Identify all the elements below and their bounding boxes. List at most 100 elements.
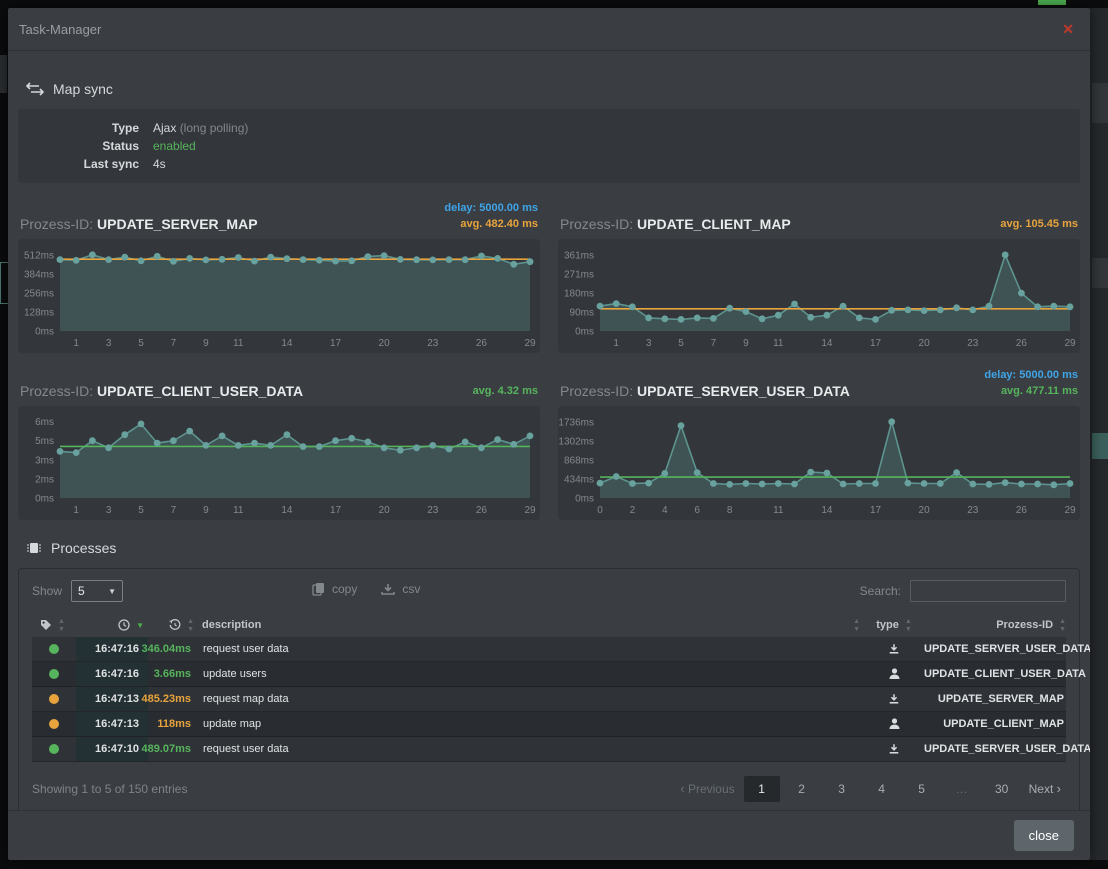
processes-heading: Processes xyxy=(26,540,1072,556)
svg-text:5: 5 xyxy=(138,505,144,516)
svg-text:0ms: 0ms xyxy=(575,494,594,505)
duration-cell: 485.23ms xyxy=(148,687,196,711)
svg-text:9: 9 xyxy=(203,338,209,349)
time-cell: 16:47:10 xyxy=(76,737,148,761)
svg-text:1736ms: 1736ms xyxy=(558,417,594,428)
table-row[interactable]: 16:47:13118msupdate mapUPDATE_CLIENT_MAP xyxy=(32,712,1066,737)
svg-text:29: 29 xyxy=(524,505,536,516)
type-label: Type xyxy=(18,119,139,137)
table-row[interactable]: 16:47:10489.07msrequest user dataUPDATE_… xyxy=(32,737,1066,762)
map-sync-heading-label: Map sync xyxy=(53,81,113,97)
svg-text:26: 26 xyxy=(476,338,488,349)
svg-text:23: 23 xyxy=(427,338,439,349)
svg-text:180ms: 180ms xyxy=(564,289,594,300)
column-prozess-id[interactable]: Prozess-ID ▲▼ xyxy=(924,618,1066,633)
svg-text:26: 26 xyxy=(476,505,488,516)
svg-text:11: 11 xyxy=(233,505,244,516)
chart-title: Prozess-ID: UPDATE_CLIENT_USER_DATA xyxy=(20,383,303,399)
page-length-select[interactable]: 5 ▼ xyxy=(71,580,123,602)
table-row[interactable]: 16:47:16346.04msrequest user dataUPDATE_… xyxy=(32,637,1066,662)
svg-text:256ms: 256ms xyxy=(24,288,54,299)
download-icon xyxy=(381,583,395,596)
chart-canvas: 6ms5ms3ms2ms0ms1357911141720232629 xyxy=(18,406,540,520)
status-cell xyxy=(32,637,76,661)
svg-text:17: 17 xyxy=(330,505,342,516)
tag-icon xyxy=(40,619,52,631)
processes-table: ▲▼ ▼ xyxy=(32,613,1066,762)
chart-update-server-map: Prozess-ID: UPDATE_SERVER_MAP delay: 500… xyxy=(18,198,540,353)
background-page-strip xyxy=(1090,8,1108,860)
svg-text:20: 20 xyxy=(919,338,931,349)
svg-text:29: 29 xyxy=(524,338,536,349)
svg-text:1302ms: 1302ms xyxy=(558,436,594,447)
svg-text:5ms: 5ms xyxy=(35,436,54,447)
column-status[interactable]: ▲▼ xyxy=(32,618,76,633)
svg-text:2: 2 xyxy=(630,505,636,516)
svg-text:271ms: 271ms xyxy=(564,269,594,280)
svg-text:9: 9 xyxy=(203,505,209,516)
svg-text:14: 14 xyxy=(821,338,833,349)
description-cell: update users xyxy=(196,662,864,686)
time-cell: 16:47:13 xyxy=(76,712,148,736)
copy-button[interactable]: copy xyxy=(312,582,357,596)
column-duration[interactable]: ▲▼ xyxy=(148,618,196,633)
modal-footer: close xyxy=(8,810,1090,860)
svg-text:868ms: 868ms xyxy=(564,455,594,466)
chart-update-client-user-data: Prozess-ID: UPDATE_CLIENT_USER_DATA avg.… xyxy=(18,365,540,520)
page-button[interactable]: 2 xyxy=(784,776,820,802)
map-sync-last-sync-row: Last sync 4s xyxy=(18,155,1080,173)
previous-button[interactable]: ‹ Previous xyxy=(675,776,739,802)
duration-cell: 346.04ms xyxy=(148,637,196,661)
chart-update-server-user-data: Prozess-ID: UPDATE_SERVER_USER_DATA dela… xyxy=(558,365,1080,520)
table-body: 16:47:16346.04msrequest user dataUPDATE_… xyxy=(32,637,1066,762)
sort-icon: ▲▼ xyxy=(187,618,194,633)
svg-text:11: 11 xyxy=(773,505,784,516)
svg-text:512ms: 512ms xyxy=(24,250,54,261)
task-manager-modal: Task-Manager ✕ Map sync Type Ajax (long … xyxy=(8,8,1090,860)
avg-value: avg. 477.11 ms xyxy=(1001,385,1078,397)
svg-text:20: 20 xyxy=(919,505,931,516)
prozess-id-cell: UPDATE_SERVER_USER_DATA xyxy=(924,637,1090,661)
status-dot xyxy=(49,744,59,754)
history-icon xyxy=(169,619,181,631)
type-cell xyxy=(864,712,924,736)
close-icon[interactable]: ✕ xyxy=(1062,22,1074,36)
csv-button[interactable]: csv xyxy=(381,582,420,596)
show-label: Show xyxy=(32,584,62,598)
column-time[interactable]: ▼ xyxy=(76,619,148,631)
page-button[interactable]: 3 xyxy=(824,776,860,802)
delay-value: delay: 5000.00 ms xyxy=(444,200,538,216)
table-row[interactable]: 16:47:13485.23msrequest map dataUPDATE_S… xyxy=(32,687,1066,712)
table-info: Showing 1 to 5 of 150 entries xyxy=(32,782,187,796)
page-button[interactable]: 5 xyxy=(904,776,940,802)
svg-text:20: 20 xyxy=(379,338,391,349)
chart-title: Prozess-ID: UPDATE_SERVER_USER_DATA xyxy=(560,383,850,399)
sort-desc-icon: ▼ xyxy=(136,621,144,630)
search-input[interactable] xyxy=(910,580,1066,602)
modal-body: Map sync Type Ajax (long polling) Status… xyxy=(8,51,1090,810)
avg-value: avg. 4.32 ms xyxy=(473,385,538,397)
user-icon xyxy=(889,668,900,680)
column-type[interactable]: type ▲▼ xyxy=(864,618,924,633)
svg-text:384ms: 384ms xyxy=(24,269,54,280)
map-sync-type-row: Type Ajax (long polling) xyxy=(18,119,1080,137)
table-row[interactable]: 16:47:163.66msupdate usersUPDATE_CLIENT_… xyxy=(32,662,1066,687)
svg-text:5: 5 xyxy=(678,338,684,349)
svg-text:9: 9 xyxy=(743,338,749,349)
chart-canvas: 512ms384ms256ms128ms0ms13579111417202326… xyxy=(18,239,540,353)
next-button[interactable]: Next › xyxy=(1024,776,1066,802)
caret-down-icon: ▼ xyxy=(108,587,116,596)
page-button[interactable]: 30 xyxy=(984,776,1020,802)
chart-update-client-map: Prozess-ID: UPDATE_CLIENT_MAP avg. 105.4… xyxy=(558,198,1080,353)
svg-text:23: 23 xyxy=(967,338,979,349)
close-button[interactable]: close xyxy=(1014,820,1074,851)
background-accent-bar xyxy=(1038,0,1066,5)
page-button[interactable]: 4 xyxy=(864,776,900,802)
status-dot xyxy=(49,719,59,729)
svg-text:90ms: 90ms xyxy=(570,308,594,319)
page-button[interactable]: 1 xyxy=(744,776,780,802)
download-icon xyxy=(888,643,900,655)
table-buttons: copy csv xyxy=(312,582,420,596)
user-icon xyxy=(889,718,900,730)
column-description[interactable]: description ▲▼ xyxy=(196,618,864,633)
